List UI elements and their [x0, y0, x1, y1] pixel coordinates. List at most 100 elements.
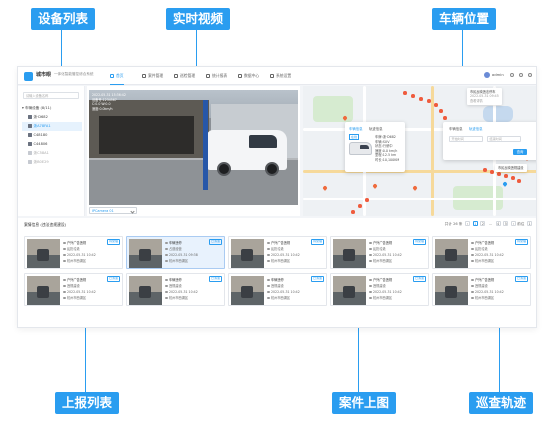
page-jump-input[interactable]: 1	[527, 221, 532, 226]
report-time: 2022-05-31 10:42	[373, 290, 402, 294]
case-label[interactable]: 市民反映违规建设	[495, 164, 527, 173]
report-status-tag: 已派遣	[208, 239, 222, 245]
brand-subtitle: 一体化智能管控综合系统	[54, 72, 94, 76]
report-sub: 占道经营	[169, 247, 182, 251]
report-title-row: 户外广告违规	[369, 278, 392, 282]
search-tab-vehicle[interactable]: 车辆信息	[449, 126, 463, 131]
stats-icon	[206, 74, 210, 78]
location-icon	[63, 296, 66, 300]
end-time-input[interactable]: 结束时间	[487, 136, 521, 142]
case-label[interactable]: 市民反映违法停车 2022-05-31 09:45 查看详情	[467, 88, 502, 106]
prev-page-button[interactable]: ‹	[465, 221, 471, 226]
nav-data[interactable]: 数据中心	[238, 67, 259, 85]
case-icon	[142, 74, 146, 78]
pagination: 共计 26 条 ‹ 1 2 ... 4 5 › 前往 1	[445, 221, 532, 227]
location-icon	[369, 296, 372, 300]
location-icon	[369, 259, 372, 263]
car-icon	[28, 142, 32, 146]
bell-icon[interactable]	[510, 73, 514, 77]
case-marker[interactable]	[322, 185, 328, 191]
track-point	[358, 204, 362, 208]
report-addr-row: 杭州市西湖区	[63, 259, 86, 263]
page-button[interactable]: 1	[472, 221, 478, 226]
report-time: 2022-05-31 10:42	[271, 290, 300, 294]
report-card[interactable]: 待受理 户外广告违规 乱扔垃圾 2022-05-31 10:42 杭州市西湖区	[432, 236, 531, 269]
type-icon	[63, 247, 66, 251]
track-point	[403, 91, 407, 95]
tree-device-offline[interactable]: 浙B0E29	[22, 158, 82, 167]
report-card[interactable]: 已派遣 车辆违停 占道经营 2022-05-31 09:38 杭州市西湖区	[126, 236, 225, 269]
case-marker[interactable]	[372, 183, 378, 189]
report-title-row: 车辆违停	[267, 278, 284, 282]
report-title: 户外广告违规	[373, 241, 393, 245]
search-tab-track[interactable]: 轨迹信息	[469, 126, 483, 131]
report-card[interactable]: 待受理 户外广告违规 乱扔垃圾 2022-05-31 10:42 杭州市西湖区	[228, 236, 327, 269]
nav-settings[interactable]: 系统设置	[270, 67, 291, 85]
tree-device[interactable]: 浙·D682	[22, 113, 82, 122]
thumbnail-scene	[241, 286, 253, 298]
report-card[interactable]: 已派遣 车辆违停 违规建设 2022-05-31 10:42 杭州市西湖区	[126, 273, 225, 306]
report-address: 杭州市西湖区	[67, 296, 87, 300]
map-panel[interactable]: 车辆信息 轨迹信息 在线 车牌:浙·D682 车辆:SUV 状态:行驶中 速度:…	[303, 86, 536, 216]
video-stream[interactable]: 2022-05-31 15:36:42 设备号:1234567 C:0.0 W:…	[89, 90, 298, 205]
tree-root[interactable]: ▾ 车辆设备 (8/11)	[22, 104, 82, 113]
tree-device[interactable]: C48180	[22, 131, 82, 140]
popup-tab-vehicle[interactable]: 车辆信息	[349, 126, 363, 131]
tree-device-selected[interactable]: 浙A78FA1	[22, 122, 82, 131]
app-window: 城市眼 一体化智能管控综合系统 首页 案件管理 巡检管理 统计报表 数据中心 系…	[17, 66, 537, 328]
report-card[interactable]: 已派遣 户外广告违规 违规建设 2022-05-31 10:42 杭州市西湖区	[432, 273, 531, 306]
report-time-row: 2022-05-31 10:42	[63, 290, 96, 294]
report-time-row: 2022-05-31 10:42	[267, 253, 300, 257]
report-title: 车辆违停	[271, 278, 284, 282]
report-sub-row: 乱扔垃圾	[267, 247, 284, 251]
report-card[interactable]: 待受理 户外广告违规 乱扔垃圾 2022-05-31 10:42 杭州市西湖区	[330, 236, 429, 269]
track-point	[419, 97, 423, 101]
case-marker[interactable]	[412, 185, 418, 191]
page-button[interactable]: 5	[503, 221, 509, 226]
report-card[interactable]: 已派遣 户外广告违规 违规建设 2022-05-31 10:42 杭州市西湖区	[24, 273, 123, 306]
gear-icon[interactable]	[519, 73, 523, 77]
user-menu[interactable]: admin	[483, 72, 532, 78]
map-road	[303, 198, 536, 200]
location-icon	[471, 296, 474, 300]
report-card[interactable]: 已派遣 车辆违停 违规建设 2022-05-31 10:42 杭州市西湖区	[228, 273, 327, 306]
tree-device-offline[interactable]: 浙C58A1	[22, 149, 82, 158]
tag-icon	[267, 241, 270, 245]
settings-icon	[270, 74, 274, 78]
field-value: 10,100KM	[382, 157, 400, 162]
report-sub: 乱扔垃圾	[373, 247, 386, 251]
tree-device[interactable]: C44806	[22, 140, 82, 149]
track-point	[490, 170, 494, 174]
report-card[interactable]: 待受理 户外广告违规 乱扔垃圾 2022-05-31 10:42 杭州市西湖区	[24, 236, 123, 269]
field-key: 车辆:	[375, 139, 383, 144]
report-sub: 乱扔垃圾	[475, 247, 488, 251]
track-point	[411, 94, 415, 98]
device-search-input[interactable]: 请输入设备名称	[23, 92, 79, 99]
report-title: 户外广告违规	[271, 241, 291, 245]
video-scene	[217, 162, 231, 176]
popup-tab-track[interactable]: 轨迹信息	[369, 126, 383, 131]
nav-home[interactable]: 首页	[110, 67, 124, 85]
report-time-row: 2022-05-31 10:42	[267, 290, 300, 294]
report-addr-row: 杭州市西湖区	[165, 259, 188, 263]
callout-patrol-track: 巡查轨迹	[469, 392, 534, 414]
power-icon[interactable]	[528, 73, 532, 77]
vehicle-marker[interactable]	[502, 181, 508, 187]
query-button[interactable]: 查询	[513, 149, 527, 155]
nav-patrol[interactable]: 巡检管理	[174, 67, 195, 85]
vehicle-image	[349, 142, 372, 155]
page-button[interactable]: 4	[495, 221, 501, 226]
report-card[interactable]: 已派遣 户外广告违规 违规建设 2022-05-31 10:42 杭州市西湖区	[330, 273, 429, 306]
page-button[interactable]: 2	[480, 221, 486, 226]
start-time-input[interactable]: 开始时间	[449, 136, 483, 142]
camera-select[interactable]: IPCamera 01	[89, 207, 137, 214]
type-icon	[471, 284, 474, 288]
report-title-row: 户外广告违规	[63, 241, 86, 245]
vehicle-fields: 车牌:浙·D682 车辆:SUV 状态:行驶中 速度:0.0 km/h 里程:1…	[375, 135, 399, 163]
report-address: 杭州市西湖区	[475, 259, 495, 263]
callout-live-video: 实时视频	[166, 8, 231, 30]
nav-stats[interactable]: 统计报表	[206, 67, 227, 85]
report-time: 2022-05-31 10:42	[271, 253, 300, 257]
next-page-button[interactable]: ›	[511, 221, 516, 226]
nav-case[interactable]: 案件管理	[142, 67, 163, 85]
